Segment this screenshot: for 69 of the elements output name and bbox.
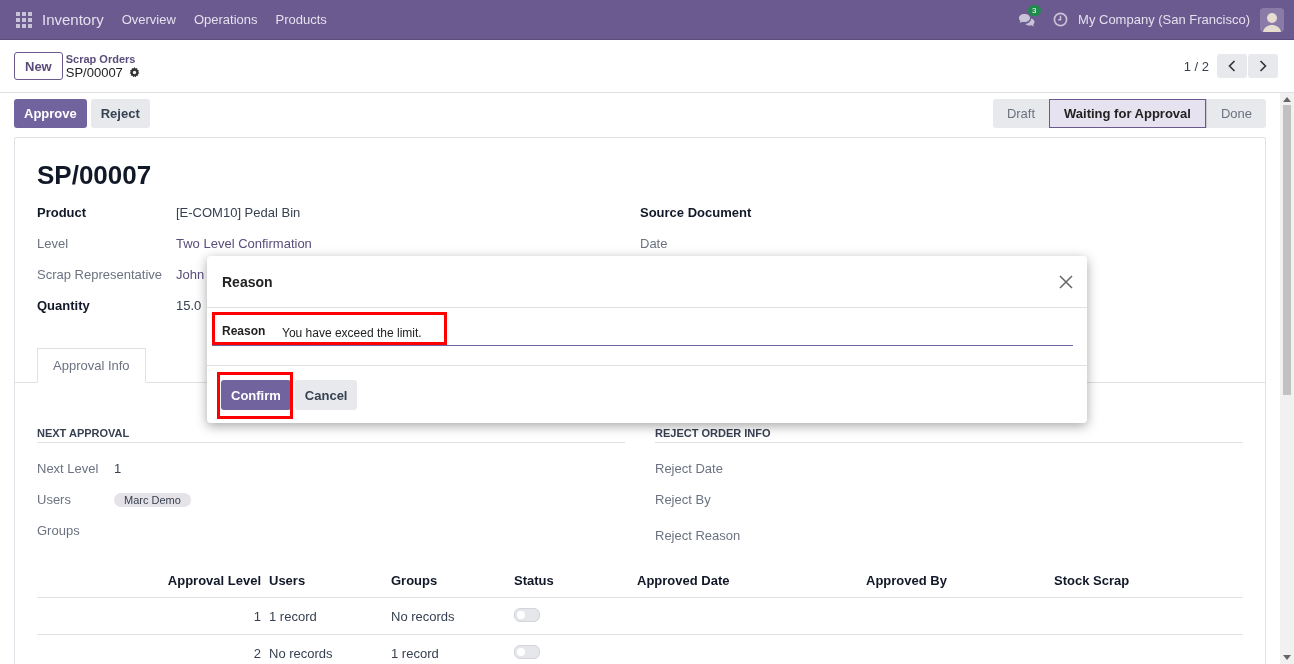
column-header[interactable]: Approved By: [862, 572, 1050, 588]
field-value: 15.0: [176, 298, 202, 313]
reason-input[interactable]: You have exceed the limit.: [282, 321, 1073, 340]
column-header[interactable]: Approved Date: [633, 572, 862, 588]
tab[interactable]: Approval Info: [37, 348, 146, 383]
field-label: Scrap Representative: [37, 267, 163, 282]
status-step[interactable]: Done: [1205, 98, 1266, 128]
chat-icon[interactable]: [1018, 12, 1036, 27]
field-label: Date: [640, 236, 669, 251]
status-toggle[interactable]: [514, 644, 540, 659]
close-icon[interactable]: [1059, 274, 1073, 289]
settings-icon[interactable]: [128, 66, 140, 78]
field-label: Next Level: [37, 461, 100, 476]
field-label: Source Document: [640, 205, 753, 220]
field-label: Level: [37, 236, 70, 251]
field-label: Reject Reason: [655, 527, 741, 543]
new-button[interactable]: New: [14, 52, 63, 80]
action-button[interactable]: Approve: [14, 98, 87, 128]
column-header[interactable]: Users: [265, 572, 387, 588]
record-name: SP/00007: [65, 64, 123, 80]
field-label: Reject Date: [655, 461, 723, 476]
avatar[interactable]: [1260, 7, 1284, 32]
clock-icon[interactable]: [1053, 12, 1069, 27]
status-step[interactable]: Draft: [992, 98, 1050, 128]
company-name[interactable]: My Company (San Francisco): [1078, 12, 1250, 27]
user-tag: Marc Demo: [114, 492, 191, 507]
previous-button[interactable]: [1217, 54, 1247, 78]
chat-count-badge: 3: [1028, 4, 1041, 16]
chevron-left-icon: [1228, 60, 1236, 72]
breadcrumb-link[interactable]: Scrap Orders: [65, 52, 140, 65]
scroll-down-icon[interactable]: [1283, 655, 1291, 660]
column-header[interactable]: Stock Scrap: [1050, 572, 1243, 588]
app-title[interactable]: Inventory: [42, 11, 104, 28]
field-label: Users: [37, 492, 72, 507]
table-cell-text: 1 record: [268, 608, 318, 624]
menu-item[interactable]: Products: [275, 12, 327, 27]
field-value: 1: [114, 461, 122, 476]
record-title: SP/00007: [37, 160, 153, 191]
menu-item[interactable]: Overview: [121, 12, 176, 27]
action-button[interactable]: Reject: [90, 98, 150, 128]
dialog-title: Reason: [222, 273, 273, 290]
table-cell-text: No records: [390, 608, 456, 624]
next-button[interactable]: [1248, 54, 1278, 78]
column-header[interactable]: Approval Level: [37, 572, 265, 588]
scroll-up-icon[interactable]: [1283, 97, 1291, 102]
field-label: Reason: [222, 323, 267, 338]
status-toggle[interactable]: [514, 607, 540, 622]
menu-item[interactable]: Operations: [193, 12, 258, 27]
field-label: Product: [37, 205, 88, 220]
dialog-button[interactable]: Confirm: [221, 380, 291, 410]
field-label: Quantity: [37, 298, 91, 313]
field-label: Reject By: [655, 492, 711, 507]
field-link[interactable]: Two Level Confirmation: [176, 236, 312, 251]
dialog-button[interactable]: Cancel: [294, 380, 358, 410]
field-value: [E-COM10] Pedal Bin: [176, 205, 301, 220]
field-link[interactable]: John: [176, 267, 205, 282]
status-step[interactable]: Waiting for Approval: [1049, 98, 1206, 128]
chevron-right-icon: [1259, 60, 1267, 72]
table-cell-text: 1: [252, 608, 262, 624]
scrollbar-thumb[interactable]: [1283, 105, 1291, 395]
apps-menu-icon[interactable]: [16, 11, 32, 28]
table-cell-text: 1 record: [390, 645, 440, 661]
scrollbar[interactable]: [1280, 93, 1294, 664]
table-cell-text: No records: [268, 645, 334, 661]
column-header[interactable]: Status: [510, 572, 633, 588]
table-cell-text: 2: [252, 645, 262, 661]
field-label: Groups: [37, 523, 81, 538]
column-header[interactable]: Groups: [387, 572, 510, 588]
pager-value: 1 / 2: [1183, 58, 1209, 74]
